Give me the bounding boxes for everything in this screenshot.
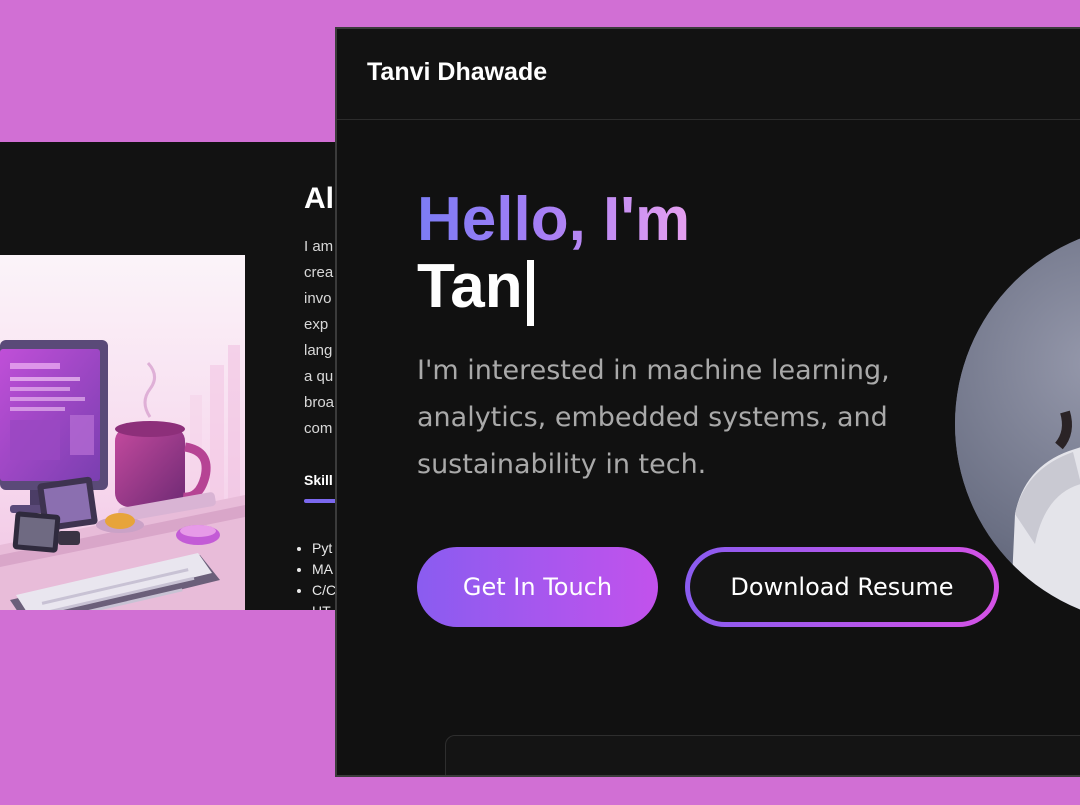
download-resume-button[interactable]: Download Resume xyxy=(685,547,999,627)
hero-typed-name: Tan xyxy=(417,252,523,321)
content-card xyxy=(445,735,1080,775)
hero-greeting: Hello, I'm xyxy=(417,185,691,254)
hero-name-row: Tan xyxy=(417,251,534,326)
navbar: Tanvi Dhawade xyxy=(337,29,1080,120)
skills-list: Pyt MA C/C HT xyxy=(296,538,336,610)
desk-illustration-image xyxy=(0,255,245,610)
get-in-touch-button[interactable]: Get In Touch xyxy=(417,547,658,627)
typing-cursor xyxy=(526,260,534,326)
hero-description-line: sustainability in tech. xyxy=(417,449,707,480)
about-heading: Al xyxy=(304,182,334,215)
list-item: Pyt xyxy=(312,538,336,559)
computer-desk-illustration xyxy=(0,255,245,610)
list-item: C/C xyxy=(312,580,336,601)
list-item: HT xyxy=(312,601,336,610)
desktop-background: Al I am crea invo exp lang a qu broa com… xyxy=(0,0,1080,805)
tab-skills[interactable]: Skill xyxy=(304,472,333,488)
hero-description-line: analytics, embedded systems, and xyxy=(417,402,888,433)
hero-description-line: I'm interested in machine learning, xyxy=(417,355,890,386)
hero-description: I'm interested in machine learning, anal… xyxy=(417,347,937,488)
list-item: MA xyxy=(312,559,336,580)
about-window: Al I am crea invo exp lang a qu broa com… xyxy=(0,142,345,610)
portfolio-window: Tanvi Dhawade Hello, I'm Tan I'm interes… xyxy=(335,27,1080,777)
brand-logo-text[interactable]: Tanvi Dhawade xyxy=(367,58,547,87)
